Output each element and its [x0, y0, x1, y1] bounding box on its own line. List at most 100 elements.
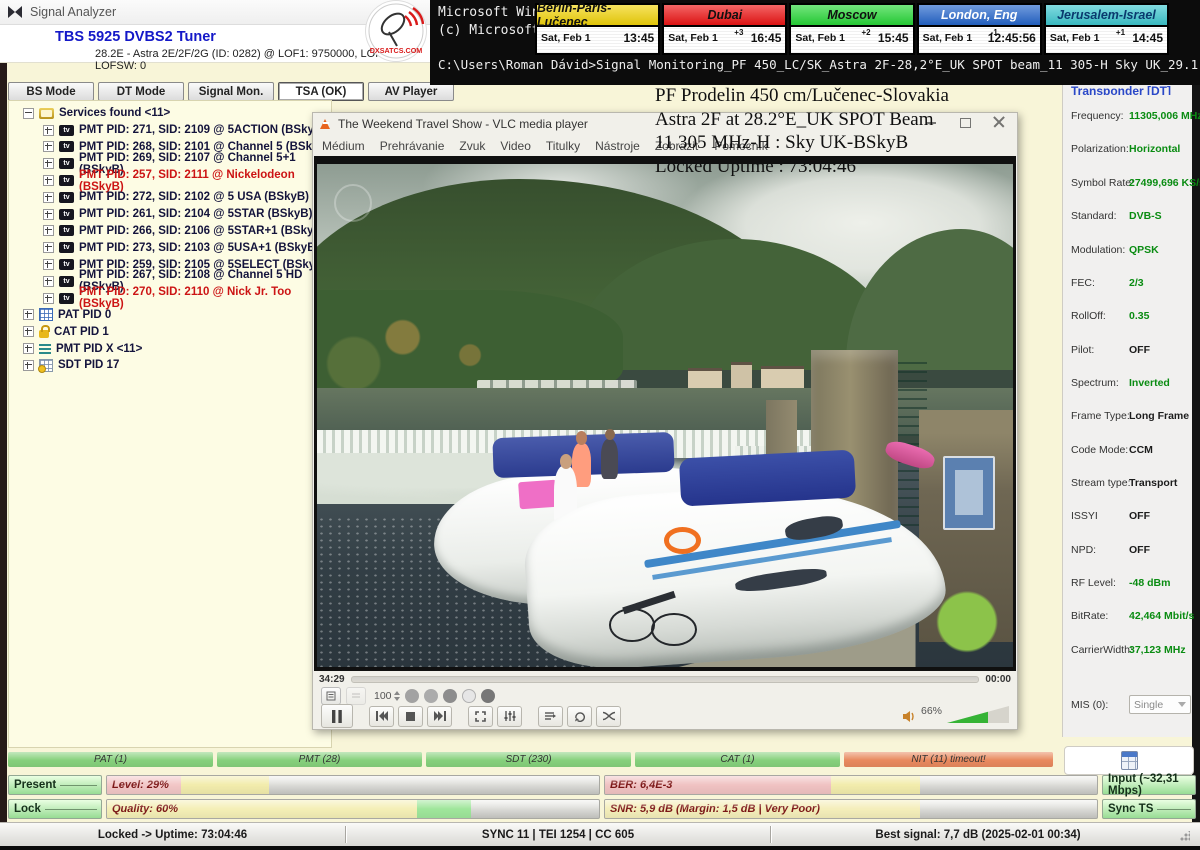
tree-root[interactable]: Services found <11>: [9, 105, 331, 122]
tree-service-row[interactable]: PMT PID: 272, SID: 2102 @ 5 USA (BSkyB): [9, 189, 331, 206]
menu-audio[interactable]: Zvuk: [459, 139, 485, 153]
expand-icon[interactable]: [23, 360, 34, 371]
tv-icon: [59, 209, 74, 220]
tree-service-row[interactable]: PMT PID: 261, SID: 2104 @ 5STAR (BSkyB): [9, 206, 331, 223]
bicycle-wheel: [651, 613, 697, 646]
service-label: PMT PID: 273, SID: 2103 @ 5USA+1 (BSkyB): [79, 242, 319, 254]
info-row: Code Mode:CCM: [1071, 444, 1187, 458]
tab-signal-mon[interactable]: Signal Mon.: [188, 82, 274, 101]
clock-city: Jerusalem-Israel: [1046, 5, 1167, 27]
next-button[interactable]: [427, 706, 452, 727]
menu-subtitles[interactable]: Titulky: [546, 139, 580, 153]
seek-bar[interactable]: [351, 676, 980, 683]
clock-city: Dubai: [664, 5, 785, 27]
clock-offset: +2: [861, 28, 870, 37]
volume-control[interactable]: 66%: [903, 705, 1009, 723]
expand-icon[interactable]: [23, 309, 34, 320]
calculator-button[interactable]: [1064, 746, 1194, 775]
expand-icon[interactable]: [43, 125, 54, 136]
expand-icon[interactable]: [23, 343, 34, 354]
tree-service-row[interactable]: PMT PID: 266, SID: 2106 @ 5STAR+1 (BSkyB…: [9, 223, 331, 240]
playlist-button[interactable]: [538, 706, 563, 727]
dxsatcs-logo: DXSATCS.COM: [366, 1, 426, 61]
shuffle-button[interactable]: [596, 706, 621, 727]
playlist-toggle-button[interactable]: [321, 687, 341, 705]
resize-grip[interactable]: [1180, 831, 1190, 841]
menu-media[interactable]: Médium: [322, 139, 365, 153]
collapse-icon[interactable]: [23, 108, 34, 119]
info-row: CarrierWidth:37,123 MHz: [1071, 644, 1187, 658]
marker-dot[interactable]: [424, 689, 438, 703]
info-row: Standard:DVB-S: [1071, 210, 1187, 224]
expand-icon[interactable]: [43, 209, 54, 220]
bimini-canopy: [679, 450, 857, 507]
sdt-table-icon: [39, 359, 53, 372]
tree-service-row[interactable]: PMT PID: 270, SID: 2110 @ Nick Jr. Too (…: [9, 290, 331, 307]
marker-dot[interactable]: [443, 689, 457, 703]
info-row: Frequency:11305,006 MHz: [1071, 110, 1187, 124]
tree-cat-row[interactable]: CAT PID 1: [9, 323, 331, 340]
tab-tsa[interactable]: TSA (OK): [278, 82, 364, 101]
volume-slider[interactable]: [947, 706, 1009, 723]
tree-service-row[interactable]: PMT PID: 257, SID: 2111 @ Nickelodeon (B…: [9, 172, 331, 189]
stop-button[interactable]: [398, 706, 423, 727]
tree-sdt-row[interactable]: SDT PID 17: [9, 357, 331, 374]
tab-bs-mode[interactable]: BS Mode: [8, 82, 94, 101]
expand-icon[interactable]: [43, 158, 54, 169]
info-row: FEC:2/3: [1071, 277, 1187, 291]
expand-icon[interactable]: [43, 242, 54, 253]
zoom-spinner[interactable]: 100: [374, 690, 400, 702]
expand-icon[interactable]: [43, 225, 54, 236]
marker-dot[interactable]: [462, 689, 476, 703]
lock-icon: [39, 330, 49, 338]
fullscreen-button[interactable]: [468, 706, 493, 727]
clock-london: London, Eng Sat, Feb 1 -1 12:45:56: [917, 3, 1042, 55]
blue-sign: [943, 456, 994, 530]
marker-dot[interactable]: [481, 689, 495, 703]
expand-icon[interactable]: [43, 141, 54, 152]
monitoring-caption: PF Prodelin 450 cm/Lučenec-Slovakia Astr…: [655, 84, 1075, 178]
tab-dt-mode[interactable]: DT Mode: [98, 82, 184, 101]
expand-icon[interactable]: [43, 192, 54, 203]
lock-indicator: Lock: [8, 799, 102, 819]
menu-playback[interactable]: Prehrávanie: [380, 139, 445, 153]
clock-value: 15:45: [878, 31, 909, 45]
info-row: Polarization:Horizontal: [1071, 143, 1187, 157]
expand-icon[interactable]: [43, 276, 54, 287]
clock-berlin: Berlin-Paris-Lučenec Sat, Feb 1 13:45: [535, 3, 660, 55]
clock-offset: +1: [1116, 28, 1125, 37]
expand-icon[interactable]: [43, 293, 54, 304]
previous-button[interactable]: [369, 706, 394, 727]
expand-icon[interactable]: [43, 175, 54, 186]
marker-dot[interactable]: [405, 689, 419, 703]
service-label: PMT PID: 270, SID: 2110 @ Nick Jr. Too (…: [79, 286, 331, 310]
video-area[interactable]: [314, 156, 1016, 673]
expand-icon[interactable]: [43, 259, 54, 270]
tv-icon: [59, 192, 74, 203]
clock-value: 12:45:56: [988, 31, 1036, 45]
nit-bar: NIT (11) timeout!: [844, 752, 1053, 767]
equalizer-button[interactable]: [497, 706, 522, 727]
console-prompt: C:\Users\Roman Dávid>Signal Monitoring_P…: [438, 57, 1200, 72]
clock-moscow: Moscow Sat, Feb 1 +2 15:45: [789, 3, 914, 55]
extended-settings-button[interactable]: [346, 687, 366, 705]
mis-dropdown[interactable]: Single: [1129, 695, 1191, 714]
menu-video[interactable]: Video: [500, 139, 530, 153]
service-label: PMT PID: 266, SID: 2106 @ 5STAR+1 (BSkyB…: [79, 225, 326, 237]
info-row: ISSYIOFF: [1071, 510, 1187, 524]
tree-service-row[interactable]: PMT PID: 273, SID: 2103 @ 5USA+1 (BSkyB): [9, 239, 331, 256]
tv-icon: [59, 242, 74, 253]
caption-line: Astra 2F at 28.2°E_UK SPOT Beam: [655, 108, 1075, 132]
menu-tools[interactable]: Nástroje: [595, 139, 640, 153]
tree-pmt-row[interactable]: PMT PID X <11>: [9, 340, 331, 357]
loop-button[interactable]: [567, 706, 592, 727]
tree-root-label: Services found <11>: [59, 107, 170, 119]
boat-right: [526, 441, 944, 667]
cat-bar: CAT (1): [635, 752, 840, 767]
info-row: RF Level:-48 dBm: [1071, 577, 1187, 591]
console-line1: Microsoft Wind: [438, 5, 548, 20]
pause-button[interactable]: [321, 704, 353, 728]
tv-icon: [59, 276, 74, 287]
expand-icon[interactable]: [23, 326, 34, 337]
tree-service-row[interactable]: PMT PID: 271, SID: 2109 @ 5ACTION (BSkyB…: [9, 122, 331, 139]
